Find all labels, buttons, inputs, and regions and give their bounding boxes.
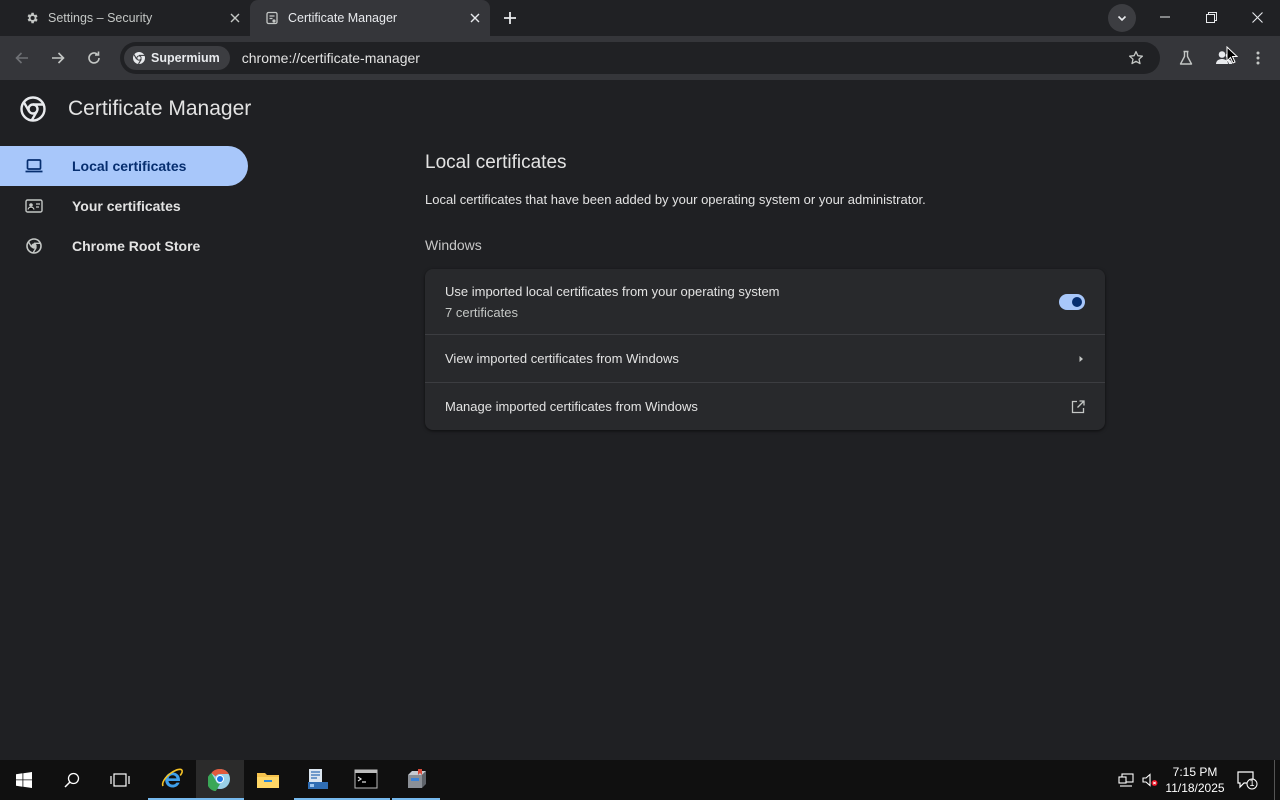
internet-explorer-taskbar[interactable] — [148, 760, 196, 800]
server-manager-icon — [306, 767, 330, 791]
view-windows-certificates-row[interactable]: View imported certificates from Windows — [425, 334, 1105, 382]
close-tab-icon[interactable] — [466, 9, 484, 27]
tab-search-button[interactable] — [1108, 4, 1136, 32]
app-installer-icon — [404, 767, 428, 791]
certificate-icon — [264, 10, 280, 26]
show-desktop-button[interactable] — [1274, 760, 1275, 800]
restore-icon — [1205, 11, 1217, 23]
back-button[interactable] — [8, 44, 36, 72]
restore-button[interactable] — [1188, 0, 1234, 34]
gear-icon — [24, 10, 40, 26]
file-explorer-icon — [256, 770, 280, 790]
certificate-manager-page: Certificate Manager Local certificates Y… — [0, 80, 1280, 760]
app-installer-taskbar[interactable] — [392, 760, 440, 800]
menu-button[interactable] — [1244, 44, 1272, 72]
tab-strip: Settings – Security Certificate Manager — [0, 0, 1280, 36]
sidebar: Local certificates Your certificates Chr… — [0, 146, 248, 266]
clock-time: 7:15 PM — [1172, 765, 1218, 779]
action-center-button[interactable]: 1 — [1236, 770, 1258, 790]
laptop-icon — [24, 156, 44, 176]
close-window-button[interactable] — [1234, 0, 1280, 34]
arrow-right-icon — [1077, 355, 1085, 363]
flask-icon — [1178, 50, 1194, 66]
url-text[interactable]: chrome://certificate-manager — [242, 50, 1122, 66]
search-icon — [64, 772, 80, 788]
sidebar-item-label: Chrome Root Store — [72, 238, 201, 254]
reload-button[interactable] — [80, 44, 108, 72]
supermium-logo-icon — [132, 51, 146, 65]
star-icon — [1128, 50, 1144, 66]
command-prompt-icon — [354, 769, 378, 789]
minimize-icon — [1160, 12, 1170, 22]
start-button[interactable] — [0, 760, 48, 800]
address-bar[interactable]: Supermium chrome://certificate-manager — [120, 42, 1160, 74]
chip-label: Supermium — [151, 51, 220, 65]
file-explorer-taskbar[interactable] — [244, 760, 292, 800]
chrome-logo-icon — [20, 96, 46, 122]
bookmark-star-button[interactable] — [1122, 44, 1150, 72]
sidebar-item-label: Local certificates — [72, 158, 187, 174]
supermium-taskbar[interactable] — [196, 760, 244, 800]
internet-explorer-icon — [160, 767, 184, 791]
main-content: Local certificates Local certificates th… — [425, 152, 1105, 430]
labs-button[interactable] — [1172, 44, 1200, 72]
app-header: Certificate Manager — [20, 96, 251, 122]
section-heading: Local certificates — [425, 152, 567, 173]
row-label: Manage imported certificates from Window… — [445, 399, 698, 414]
windows-section-label: Windows — [425, 237, 482, 253]
chevron-down-icon — [1117, 13, 1127, 23]
sidebar-item-your-certificates[interactable]: Your certificates — [0, 186, 248, 226]
new-tab-button[interactable] — [500, 8, 520, 28]
supermium-browser-icon — [208, 767, 232, 791]
reload-icon — [86, 50, 102, 66]
chrome-icon — [24, 236, 44, 256]
page-title: Certificate Manager — [68, 97, 252, 120]
id-card-icon — [24, 196, 44, 216]
close-tab-icon[interactable] — [226, 9, 244, 27]
clock-date: 11/18/2025 — [1165, 781, 1225, 795]
windows-taskbar: 7:15 PM 11/18/2025 1 — [0, 760, 1280, 800]
site-info-chip[interactable]: Supermium — [124, 46, 230, 70]
row-text: Use imported local certificates from you… — [445, 284, 1059, 320]
volume-muted-icon[interactable] — [1142, 772, 1158, 788]
sidebar-item-chrome-root-store[interactable]: Chrome Root Store — [0, 226, 248, 266]
task-view-icon — [110, 772, 130, 788]
use-os-certificates-toggle[interactable] — [1059, 293, 1085, 310]
server-manager-taskbar[interactable] — [294, 760, 342, 800]
kebab-menu-icon — [1256, 50, 1260, 66]
tab-settings-security[interactable]: Settings – Security — [0, 0, 250, 36]
forward-button[interactable] — [44, 44, 72, 72]
start-icon — [16, 772, 32, 788]
row-label: View imported certificates from Windows — [445, 351, 679, 366]
sidebar-item-label: Your certificates — [72, 198, 181, 214]
arrow-left-icon — [14, 50, 30, 66]
use-os-certificates-row[interactable]: Use imported local certificates from you… — [425, 269, 1105, 334]
manage-windows-certificates-row[interactable]: Manage imported certificates from Window… — [425, 382, 1105, 430]
certificate-count: 7 certificates — [445, 304, 518, 320]
task-view-button[interactable] — [96, 760, 144, 800]
open-external-icon — [1071, 399, 1085, 414]
close-icon — [1251, 11, 1263, 23]
tab-title: Certificate Manager — [288, 11, 398, 25]
sidebar-item-local-certificates[interactable]: Local certificates — [0, 146, 248, 186]
taskbar-clock[interactable]: 7:15 PM 11/18/2025 — [1160, 764, 1230, 796]
minimize-button[interactable] — [1142, 0, 1188, 34]
tab-title: Settings – Security — [48, 11, 153, 25]
windows-settings-card: Use imported local certificates from you… — [425, 269, 1105, 430]
command-prompt-taskbar[interactable] — [342, 760, 390, 800]
tab-certificate-manager[interactable]: Certificate Manager — [250, 0, 490, 36]
arrow-right-icon — [50, 50, 66, 66]
browser-toolbar: Supermium chrome://certificate-manager — [0, 36, 1280, 80]
notification-count: 1 — [1249, 778, 1255, 788]
section-description: Local certificates that have been added … — [425, 192, 926, 207]
search-button[interactable] — [48, 760, 96, 800]
mouse-cursor-icon — [1226, 46, 1238, 64]
network-icon[interactable] — [1118, 772, 1134, 788]
toggle-knob — [1072, 296, 1082, 307]
row-label: Use imported local certificates from you… — [445, 283, 780, 299]
